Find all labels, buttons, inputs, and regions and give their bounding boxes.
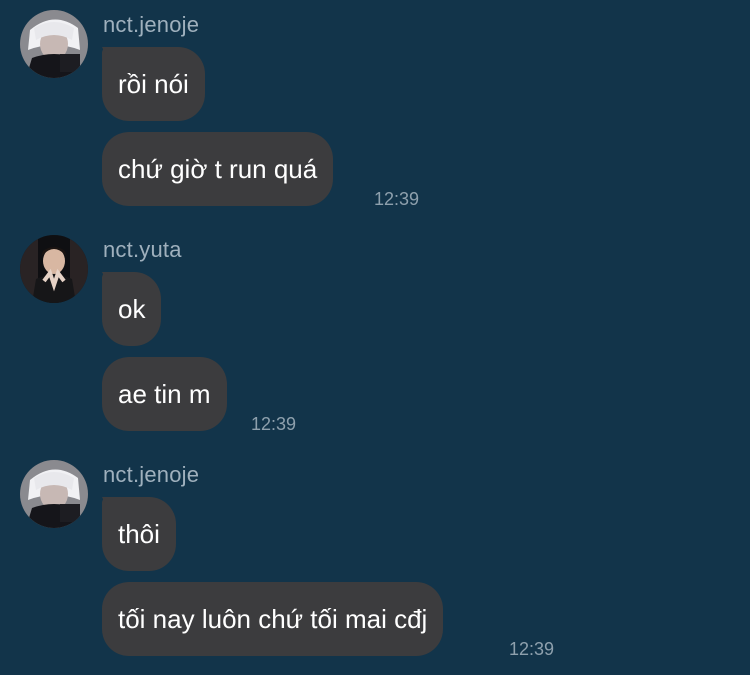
avatar-nct-yuta[interactable] bbox=[20, 235, 88, 303]
message-bubble[interactable]: rồi nói bbox=[102, 47, 205, 121]
user-avatar-photo-icon bbox=[20, 10, 88, 78]
username[interactable]: nct.jenoje bbox=[103, 462, 199, 488]
message-bubble[interactable]: ae tin m bbox=[102, 357, 227, 431]
user-avatar-photo-icon bbox=[20, 235, 88, 303]
username[interactable]: nct.yuta bbox=[103, 237, 182, 263]
message-timestamp: 12:39 bbox=[374, 189, 420, 209]
username[interactable]: nct.jenoje bbox=[103, 12, 199, 38]
message-bubble[interactable]: thôi bbox=[102, 497, 176, 571]
message-timestamp: 12:39 bbox=[509, 639, 555, 659]
message-timestamp: 12:39 bbox=[251, 414, 297, 434]
message-bubble[interactable]: ok bbox=[102, 272, 162, 346]
message-bubble[interactable]: tối nay luôn chứ tối mai cđj bbox=[102, 582, 444, 656]
avatar-nct-jenoje[interactable] bbox=[20, 10, 88, 78]
avatar-nct-jenoje[interactable] bbox=[20, 460, 88, 528]
message-bubble[interactable]: chứ giờ t run quá bbox=[102, 132, 334, 206]
user-avatar-photo-icon bbox=[20, 460, 88, 528]
